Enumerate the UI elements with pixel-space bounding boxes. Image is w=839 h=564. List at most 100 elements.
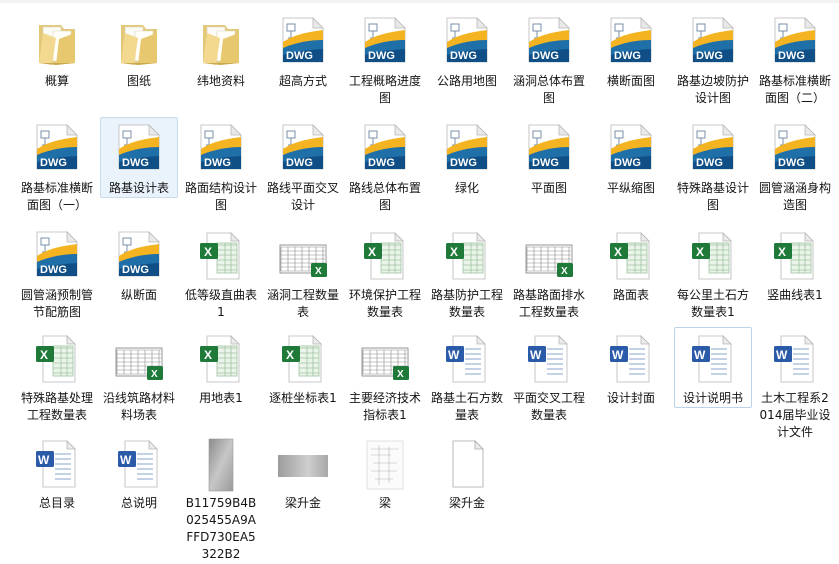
svg-text:X: X [315, 266, 322, 277]
file-hengduanmian[interactable]: DWG 横断面图 [592, 10, 670, 91]
file-zongduanmian[interactable]: DWG 纵断面 [100, 224, 178, 305]
svg-text:DWG: DWG [614, 50, 641, 62]
file-luji-tushifang[interactable]: W 路基土石方数量表 [428, 327, 506, 425]
file-luxian-zongti[interactable]: DWG 路线总体布置图 [346, 117, 424, 215]
table-thumb-icon: X [359, 332, 411, 388]
photo-thumb-icon [277, 437, 329, 493]
file-handong-shuliang[interactable]: X 涵洞工程数量表 [264, 224, 342, 322]
folder-icon [195, 15, 247, 71]
file-guid-image[interactable]: B11759B4B025455A9AFFD730EA5322B2 [182, 432, 260, 564]
file-biye-sheji[interactable]: W 土木工程系2014届毕业设计文件 [756, 327, 834, 442]
file-tuzhi[interactable]: 图纸 [100, 10, 178, 91]
svg-text:DWG: DWG [40, 157, 67, 169]
file-pingzong[interactable]: DWG 平纵缩图 [592, 117, 670, 198]
file-chaogao-fangshi[interactable]: DWG 超高方式 [264, 10, 342, 91]
svg-text:DWG: DWG [368, 50, 395, 62]
file-liangshengjin-doc[interactable]: 梁升金 [428, 432, 506, 513]
file-teshu-luji-sheji[interactable]: DWG 特殊路基设计图 [674, 117, 752, 215]
dwg-icon: DWG [113, 229, 165, 285]
gray-image-icon [195, 437, 247, 493]
file-label: 环境保护工程数量表 [348, 288, 421, 319]
file-icon-grid: 概算 图纸 纬地资料 DWG 超高方式 DWG 工程概略进度图 DWG 公路用地图 DWG 涵洞总体… [0, 0, 839, 561]
file-handong-zongti[interactable]: DWG 涵洞总体布置图 [510, 10, 588, 108]
file-sheji-shuomingshu[interactable]: W 设计说明书 [674, 327, 752, 408]
svg-text:X: X [450, 245, 458, 259]
file-label: 路基路面排水工程数量表 [512, 288, 585, 319]
file-luji-biaozhun-2[interactable]: DWG 路基标准横断面图（二） [756, 10, 834, 108]
file-shuquxian[interactable]: X 竖曲线表1 [756, 224, 834, 305]
file-huanjing-baohu[interactable]: X 环境保护工程数量表 [346, 224, 424, 322]
dwg-icon: DWG [31, 229, 83, 285]
file-lujibianpo[interactable]: DWG 路基边坡防护设计图 [674, 10, 752, 108]
file-label: 土木工程系2014届毕业设计文件 [759, 391, 831, 439]
excel-icon: X [31, 332, 83, 388]
file-liangshengjin-photo[interactable]: 梁升金 [264, 432, 342, 513]
file-pingmian-jiaocha-shuliang[interactable]: W 平面交叉工程数量表 [510, 327, 588, 425]
file-label: 平纵缩图 [606, 181, 655, 195]
folder-icon [113, 15, 165, 71]
file-label: 路线平面交叉设计 [266, 181, 339, 212]
svg-text:X: X [696, 245, 704, 259]
file-lvhua[interactable]: DWG 绿化 [428, 117, 506, 198]
file-luji-shejibiao[interactable]: DWG 路基设计表 [100, 117, 178, 198]
excel-icon: X [359, 229, 411, 285]
file-label: 纵断面 [120, 288, 157, 302]
svg-text:W: W [38, 453, 50, 467]
file-label: 总说明 [120, 496, 157, 510]
svg-text:X: X [204, 348, 212, 362]
word-icon: W [113, 437, 165, 493]
file-luji-fanghu[interactable]: X 路基防护工程数量表 [428, 224, 506, 322]
dwg-icon: DWG [359, 15, 411, 71]
file-liang[interactable]: 梁 [346, 432, 424, 513]
file-luji-biaozhun-1[interactable]: DWG 路基标准横断面图（一） [18, 117, 96, 215]
file-label: 纬地资料 [196, 74, 245, 88]
dwg-icon: DWG [523, 15, 575, 71]
file-label: 逐桩坐标表1 [269, 391, 337, 405]
file-yuanguan-yuzhi[interactable]: DWG 圆管涵预制管节配筋图 [18, 224, 96, 322]
file-lumianbiao[interactable]: X 路面表 [592, 224, 670, 305]
table-thumb-icon: X [523, 229, 575, 285]
file-zongmulu[interactable]: W 总目录 [18, 432, 96, 513]
file-zongshuoming[interactable]: W 总说明 [100, 432, 178, 513]
svg-text:X: X [286, 348, 294, 362]
excel-icon: X [277, 332, 329, 388]
file-meigongli-tushi[interactable]: X 每公里土石方数量表1 [674, 224, 752, 322]
file-zhiqubiao[interactable]: X 低等级直曲表1 [182, 224, 260, 322]
file-gongcheng-jindu[interactable]: DWG 工程概略进度图 [346, 10, 424, 108]
blank-doc-icon [441, 437, 493, 493]
file-zhulu-cailiao[interactable]: X 沿线筑路材料料场表 [100, 327, 178, 425]
file-label: 总目录 [38, 496, 75, 510]
file-paishui[interactable]: X 路基路面排水工程数量表 [510, 224, 588, 322]
excel-icon: X [605, 229, 657, 285]
file-teshu-luji-chuli[interactable]: X 特殊路基处理工程数量表 [18, 327, 96, 425]
svg-text:DWG: DWG [286, 157, 313, 169]
file-label: 梁 [378, 496, 391, 510]
svg-text:X: X [614, 245, 622, 259]
svg-text:X: X [561, 266, 568, 277]
file-label: 平面图 [530, 181, 567, 195]
file-weidi-ziliao[interactable]: 纬地资料 [182, 10, 260, 91]
svg-text:X: X [204, 245, 212, 259]
file-jingji-zhibiao[interactable]: X 主要经济技术指标表1 [346, 327, 424, 425]
dwg-icon: DWG [687, 15, 739, 71]
svg-text:DWG: DWG [450, 50, 477, 62]
file-yuanguan-hanshen[interactable]: DWG 圆管涵涵身构造图 [756, 117, 834, 215]
file-gaisuan[interactable]: 概算 [18, 10, 96, 91]
file-label: 图纸 [126, 74, 151, 88]
svg-text:DWG: DWG [122, 157, 149, 169]
file-label: 路基标准横断面图（一） [20, 181, 93, 212]
file-lumian-jiegou[interactable]: DWG 路面结构设计图 [182, 117, 260, 215]
file-gonglu-yongdi[interactable]: DWG 公路用地图 [428, 10, 506, 91]
word-icon: W [605, 332, 657, 388]
file-luxian-jiaocha[interactable]: DWG 路线平面交叉设计 [264, 117, 342, 215]
file-zhuzhuang-zuobiao[interactable]: X 逐桩坐标表1 [264, 327, 342, 408]
file-pingmiantu[interactable]: DWG 平面图 [510, 117, 588, 198]
dwg-icon: DWG [195, 122, 247, 178]
svg-text:X: X [368, 245, 376, 259]
file-label: 路基设计表 [108, 181, 169, 195]
dwg-icon: DWG [31, 122, 83, 178]
excel-icon: X [687, 229, 739, 285]
file-label: 公路用地图 [436, 74, 497, 88]
file-sheji-fengmian[interactable]: W 设计封面 [592, 327, 670, 408]
file-yongdibiao[interactable]: X 用地表1 [182, 327, 260, 408]
